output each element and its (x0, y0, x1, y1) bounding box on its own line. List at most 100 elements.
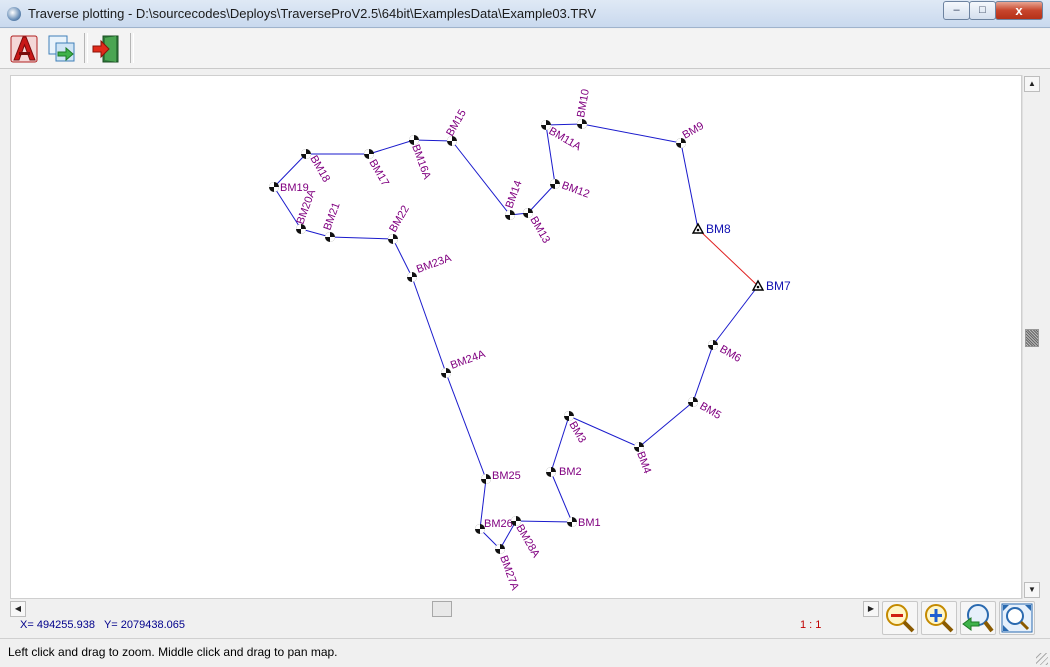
station-label: BM17 (366, 158, 391, 189)
scale-ratio: 1 : 1 (800, 619, 822, 631)
station-label: BM14 (504, 179, 525, 210)
station-label: BM1 (578, 517, 601, 529)
traverse-leg (368, 139, 415, 155)
zoom-in-icon (925, 604, 954, 633)
station-label: BM26 (484, 518, 513, 530)
y-value: 2079438.065 (120, 619, 185, 631)
station-marker (564, 411, 574, 421)
zoom-previous-button[interactable] (960, 601, 996, 635)
station-label: BM4 (634, 450, 653, 475)
station-marker (269, 182, 279, 192)
traverse-leg (527, 183, 556, 214)
station-label: BM21 (322, 201, 343, 232)
traverse-leg (581, 123, 682, 144)
toolbar-separator (84, 33, 88, 63)
traverse-leg (392, 238, 413, 278)
scroll-right-button[interactable]: ▶ (863, 601, 879, 617)
station-label: BM23A (415, 252, 454, 276)
copy-to-clipboard-button[interactable] (46, 33, 78, 65)
station-label: BM28A (513, 523, 542, 561)
traverse-plot: BM1BM2BM3BM4BM5BM6BM7BM8BM9BM10BM11ABM12… (269, 88, 791, 593)
station-marker (708, 340, 718, 350)
traverse-leg (638, 401, 694, 448)
traverse-leg (545, 123, 583, 126)
control-baseline (697, 228, 759, 287)
traverse-leg (692, 344, 714, 403)
copy-to-clipboard-icon (48, 35, 75, 62)
station-label: BM10 (575, 88, 592, 118)
maximize-button[interactable]: □ (969, 1, 996, 20)
station-marker (505, 210, 515, 220)
traverse-leg (413, 139, 453, 142)
zoom-extents-button[interactable] (999, 601, 1035, 635)
traverse-map-canvas[interactable]: BM1 BM2 BM3 BM4 BM5 BM6 BM7 BM8 BM9 BM10 BM11A BM12… (10, 75, 1022, 599)
zoom-extents-icon (1001, 603, 1033, 633)
traverse-leg (550, 471, 573, 523)
close-button[interactable]: x (995, 1, 1043, 20)
vertical-scroll-thumb[interactable] (1025, 329, 1039, 347)
zoom-out-button[interactable] (882, 601, 918, 635)
station-marker (577, 119, 587, 129)
station-marker (495, 544, 505, 554)
station-label: BM6 (718, 343, 744, 365)
control-point-label: BM7 (766, 279, 791, 293)
status-bar: Left click and drag to zoom. Middle clic… (0, 638, 1050, 667)
station-marker (325, 232, 335, 242)
scroll-up-button[interactable]: ▲ (1024, 76, 1040, 92)
traverse-leg (712, 285, 759, 346)
station-label: BM16A (409, 143, 433, 182)
toolbar (0, 29, 1050, 69)
zoom-in-button[interactable] (921, 601, 957, 635)
traverse-leg (445, 372, 487, 480)
cursor-coordinates: X= 494255.938 Y= 2079438.065 (20, 619, 185, 631)
station-marker (441, 368, 451, 378)
station-label: BM25 (492, 470, 521, 482)
exit-button[interactable] (90, 33, 122, 65)
station-label: BM11A (547, 125, 584, 153)
station-label: BM9 (681, 120, 707, 142)
station-marker (388, 234, 398, 244)
traverse-leg (411, 276, 447, 374)
station-marker (481, 474, 491, 484)
x-value: 494255.938 (36, 619, 95, 631)
status-text: Left click and drag to zoom. Middle clic… (8, 645, 338, 659)
station-label: BM12 (560, 180, 591, 201)
vertical-scrollbar[interactable]: ▲ ▼ (1022, 75, 1041, 599)
station-marker (567, 517, 577, 527)
zoom-out-icon (886, 604, 915, 633)
station-marker (546, 467, 556, 477)
traverse-leg (329, 236, 394, 240)
station-marker (407, 272, 417, 282)
station-marker (364, 149, 374, 159)
autocad-export-button[interactable] (8, 33, 40, 65)
minimize-button[interactable]: – (943, 1, 970, 20)
station-label: BM13 (527, 215, 552, 246)
resize-grip[interactable] (1036, 653, 1048, 665)
station-marker (523, 208, 533, 218)
zoom-previous-icon (962, 604, 994, 633)
window-title: Traverse plotting - D:\sourcecodes\Deplo… (28, 6, 597, 21)
station-label: BM27A (497, 554, 521, 593)
station-label: BM22 (387, 204, 412, 235)
control-point-marker (691, 222, 705, 234)
scroll-left-button[interactable]: ◀ (10, 601, 26, 617)
y-label: Y= (103, 619, 118, 631)
title-bar: Traverse plotting - D:\sourcecodes\Deplo… (0, 0, 1050, 28)
exit-icon (92, 35, 119, 63)
control-point-label: BM8 (706, 222, 731, 236)
station-label: BM18 (307, 154, 332, 185)
station-label: BM15 (444, 108, 469, 139)
x-label: X= (20, 619, 34, 631)
horizontal-scroll-thumb[interactable] (432, 601, 452, 617)
station-label: BM24A (449, 348, 488, 372)
station-marker (688, 397, 698, 407)
toolbar-separator (130, 33, 134, 63)
traverse-leg (451, 140, 511, 216)
autocad-export-icon (10, 35, 38, 63)
traverse-leg (680, 142, 699, 230)
scroll-down-button[interactable]: ▼ (1024, 582, 1040, 598)
station-label: BM5 (698, 400, 724, 422)
app-icon (7, 7, 21, 21)
station-label: BM2 (559, 466, 582, 478)
horizontal-scrollbar[interactable]: ◀ ▶ (10, 600, 880, 618)
